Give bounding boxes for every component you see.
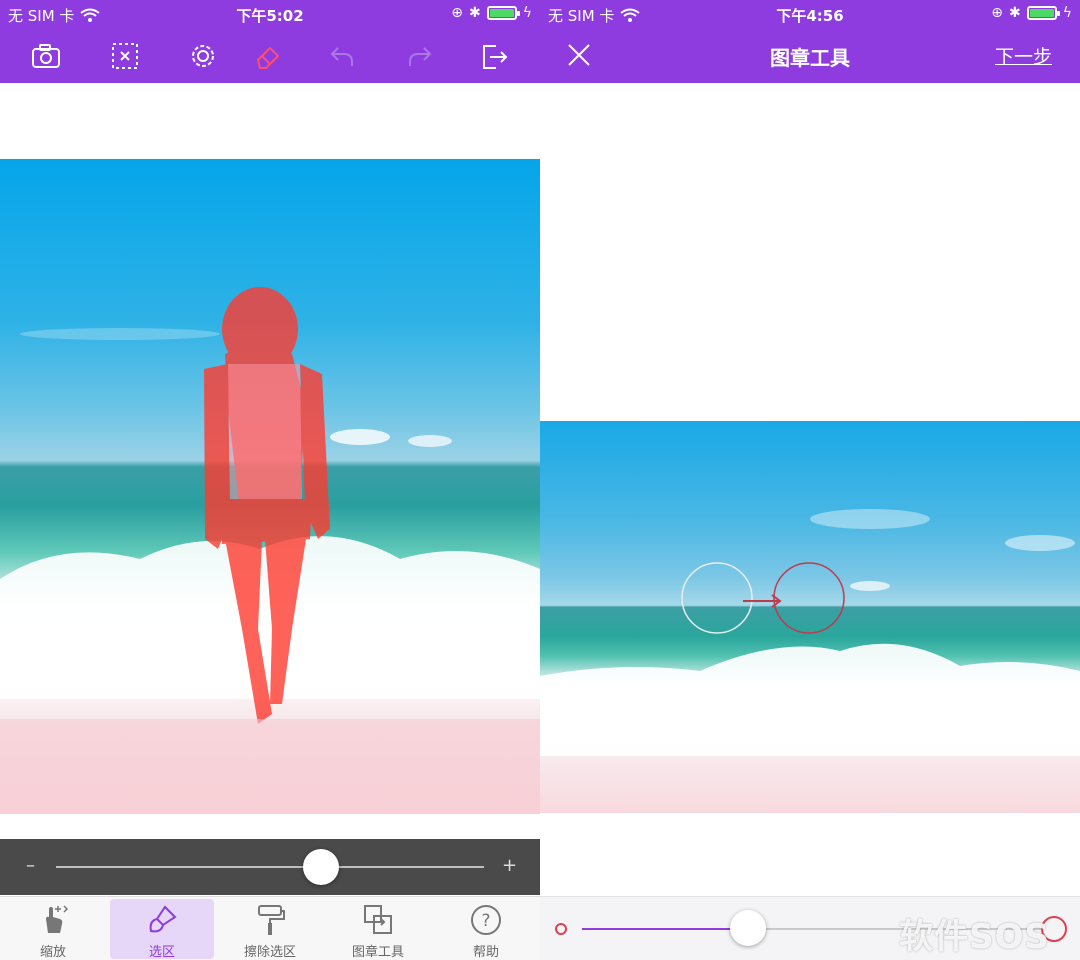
arrow-right-icon [743,594,782,608]
slider-thumb[interactable] [729,910,766,946]
clear-selection-icon[interactable] [107,38,143,74]
status-bar: 无 SIM 卡 下午4:56 ⊕ ✱ ϟ [540,0,1080,28]
undo-icon[interactable] [324,38,360,74]
next-step-button[interactable]: 下一步 [995,42,1052,69]
tool-tab-bar: 缩放 选区 擦除选区 图章工具 ? 帮助 [0,896,540,960]
tab-clone-stamp[interactable]: 图章工具 [326,899,430,960]
stamp-source-circle [681,562,753,634]
brush-icon [149,905,177,933]
tab-select[interactable]: 选区 [110,899,214,960]
paint-roller-icon [258,905,285,935]
status-indicators: ⊕ ✱ ϟ [451,5,532,21]
orientation-lock-icon: ⊕ [991,5,1004,21]
selection-mask-overlay[interactable] [0,159,540,814]
pan-zoom-hand-icon [46,905,69,933]
redo-icon[interactable] [402,38,438,74]
tab-help[interactable]: ? 帮助 [434,899,538,960]
slider-track[interactable] [56,866,484,868]
tab-erase-selection[interactable]: 擦除选区 [218,899,322,960]
tab-zoom[interactable]: 缩放 [1,899,105,960]
charging-icon: ϟ [522,5,532,21]
battery-icon [486,6,520,20]
battery-icon [1026,6,1060,20]
orientation-lock-icon: ⊕ [451,5,464,21]
svg-text:?: ? [481,911,490,931]
stamp-size-bar: 软件SOS [540,896,1080,960]
charging-icon: ϟ [1062,5,1072,21]
tab-label: 选区 [148,945,175,960]
tab-label: 图章工具 [351,945,404,960]
help-icon: ? [471,905,501,935]
left-screen: 无 SIM 卡 下午5:02 ⊕ ✱ ϟ – + 缩放 选区 擦除选区 图章工具… [0,0,540,960]
bluetooth-icon: ✱ [1009,5,1021,21]
camera-icon[interactable] [28,38,64,74]
watermark: 软件SOS [899,917,1050,957]
right-screen: 无 SIM 卡 下午4:56 ⊕ ✱ ϟ 图章工具 下一步 软件SOS [540,0,1080,960]
clone-stamp-icon [364,905,392,934]
stamp-target-circle [773,562,845,634]
editor-toolbar [0,28,540,83]
tab-label: 缩放 [39,945,66,960]
decrease-icon[interactable]: – [26,855,35,876]
tab-label: 擦除选区 [243,945,296,960]
brush-size-slider-bar: – + [0,839,540,895]
small-brush-icon[interactable] [553,921,569,937]
bluetooth-icon: ✱ [469,5,481,21]
tab-label: 帮助 [472,945,499,960]
eraser-icon[interactable] [250,38,286,74]
settings-gear-icon[interactable] [185,38,221,74]
export-icon[interactable] [476,38,512,74]
increase-icon[interactable]: + [502,855,517,876]
clone-stamp-overlay[interactable] [540,421,1080,813]
slider-thumb[interactable] [303,849,340,885]
navigation-bar: 图章工具 下一步 [540,28,1080,83]
status-bar: 无 SIM 卡 下午5:02 ⊕ ✱ ϟ [0,0,540,28]
status-indicators: ⊕ ✱ ϟ [991,5,1072,21]
